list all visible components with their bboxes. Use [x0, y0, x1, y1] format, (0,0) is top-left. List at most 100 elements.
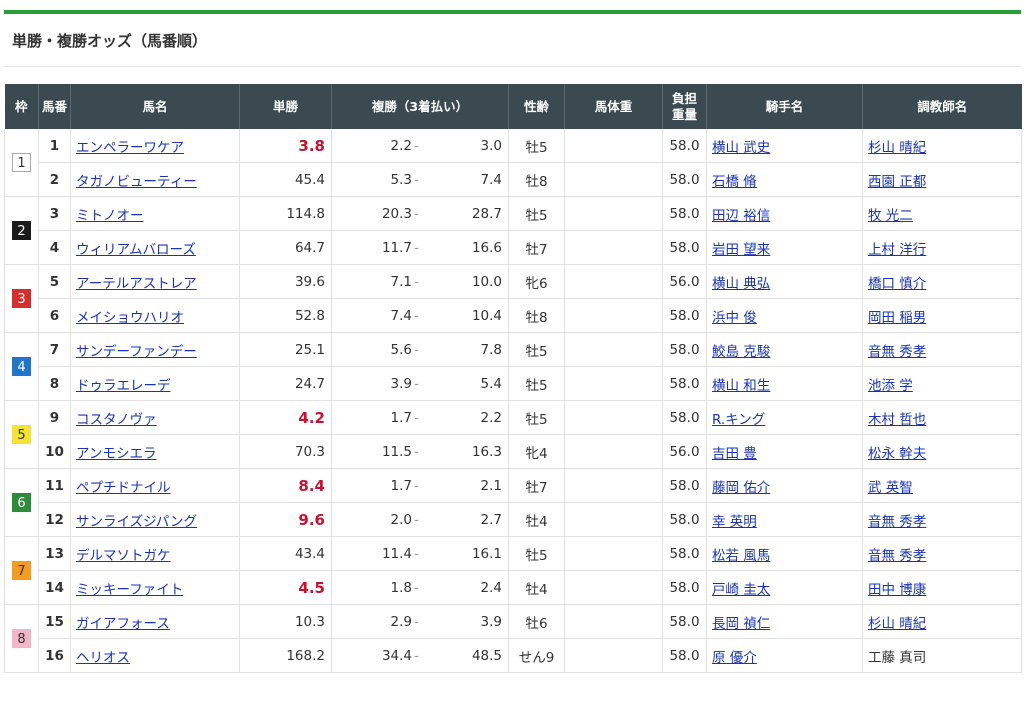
- jockey-cell: 原 優介: [706, 638, 863, 673]
- header-load-line2: 重量: [671, 106, 697, 122]
- trainer-link[interactable]: 田中 博康: [868, 582, 926, 598]
- jockey-link[interactable]: 横山 和生: [712, 378, 770, 394]
- jockey-link[interactable]: 横山 武史: [712, 140, 770, 156]
- place-odds-separator: -: [414, 307, 419, 324]
- horse-number: 14: [38, 570, 71, 605]
- place-odds-low: 2.2: [390, 137, 412, 154]
- place-odds-high: 5.4: [480, 375, 502, 392]
- horse-name-cell: ペプチドナイル: [70, 468, 240, 503]
- body-weight: [564, 468, 663, 503]
- horse-name-link[interactable]: ミッキーファイト: [76, 582, 183, 598]
- place-odds-separator: -: [414, 341, 419, 358]
- trainer-cell: 牧 光二: [862, 196, 1022, 231]
- jockey-link[interactable]: 幸 英明: [712, 514, 757, 530]
- place-odds-low: 11.4: [381, 545, 412, 562]
- place-odds-cell: 11.4- 16.1: [331, 536, 509, 571]
- horse-name-link[interactable]: ヘリオス: [76, 650, 130, 666]
- trainer-link[interactable]: 西園 正都: [868, 174, 926, 190]
- place-odds-high: 16.6: [471, 239, 502, 256]
- horse-name-cell: サンデーファンデー: [70, 332, 240, 367]
- bracket-badge: 4: [12, 357, 31, 376]
- body-weight: [564, 129, 663, 163]
- horse-name-link[interactable]: ガイアフォース: [76, 616, 170, 632]
- place-odds-separator: -: [414, 273, 419, 290]
- horse-name-link[interactable]: エンペラーワケア: [76, 140, 184, 156]
- trainer-link[interactable]: 木村 哲也: [868, 412, 926, 428]
- trainer-link[interactable]: 杉山 晴紀: [868, 140, 926, 156]
- horse-number: 10: [38, 434, 71, 469]
- place-odds-cell: 5.3- 7.4: [331, 162, 509, 197]
- horse-name-link[interactable]: デルマソトガケ: [76, 548, 171, 564]
- place-odds-high: 7.4: [480, 171, 502, 188]
- table-row: 2 3 ミトノオー 114.8 20.3- 28.7 牡5 58.0 田辺 裕信 牧 光二: [4, 196, 1022, 265]
- body-weight: [564, 434, 663, 469]
- horse-name-link[interactable]: メイショウハリオ: [76, 310, 184, 326]
- horse-name-link[interactable]: サンライズジパング: [76, 514, 197, 530]
- load-weight: 58.0: [662, 604, 707, 639]
- horse-name-link[interactable]: アンモシエラ: [76, 446, 156, 462]
- table-row: 16 ヘリオス 168.2 34.4- 48.5 せん9 58.0 原 優介 工藤 真司: [5, 638, 1022, 673]
- horse-name-link[interactable]: サンデーファンデー: [76, 344, 197, 360]
- trainer-link[interactable]: 松永 幹夫: [868, 446, 926, 462]
- jockey-link[interactable]: 石橋 脩: [712, 174, 757, 190]
- win-odds: 70.3: [239, 434, 332, 469]
- horse-name-link[interactable]: ミトノオー: [76, 208, 144, 224]
- load-weight: 58.0: [662, 502, 707, 537]
- place-odds-cell: 2.9- 3.9: [331, 604, 509, 639]
- trainer-link[interactable]: 音無 秀孝: [868, 344, 926, 360]
- body-weight: [564, 298, 663, 333]
- jockey-link[interactable]: 原 優介: [712, 650, 757, 666]
- horse-name-link[interactable]: ペプチドナイル: [76, 480, 171, 496]
- trainer-cell: 音無 秀孝: [862, 502, 1022, 537]
- body-weight: [564, 570, 663, 605]
- jockey-link[interactable]: 戸崎 圭太: [712, 582, 770, 598]
- jockey-cell: 浜中 俊: [706, 298, 863, 333]
- horse-name-cell: エンペラーワケア: [70, 129, 240, 163]
- jockey-link[interactable]: 長岡 禎仁: [712, 616, 770, 632]
- sex-age: 牡4: [508, 570, 565, 605]
- place-odds-low: 34.4: [381, 647, 412, 664]
- table-row: 6 11 ペプチドナイル 8.4 1.7- 2.1 牡7 58.0 藤岡 佑介 武 英智: [4, 468, 1022, 537]
- sex-age: 牡5: [508, 366, 565, 401]
- jockey-cell: 幸 英明: [706, 502, 863, 537]
- place-odds-separator: -: [414, 579, 419, 596]
- jockey-link[interactable]: 松若 風馬: [712, 548, 770, 564]
- body-weight: [564, 536, 663, 571]
- horse-name-link[interactable]: ウィリアムバローズ: [76, 242, 196, 258]
- header-umaban: 馬番: [38, 84, 71, 129]
- trainer-link[interactable]: 牧 光二: [868, 208, 913, 224]
- jockey-link[interactable]: 鮫島 克駿: [712, 344, 770, 360]
- trainer-link[interactable]: 武 英智: [868, 480, 913, 496]
- horse-name-link[interactable]: アーテルアストレア: [76, 276, 197, 292]
- place-odds-separator: -: [414, 409, 419, 426]
- trainer-link[interactable]: 音無 秀孝: [868, 548, 926, 564]
- table-row: 4 7 サンデーファンデー 25.1 5.6- 7.8 牡5 58.0 鮫島 克駿 音無 秀孝: [4, 332, 1022, 401]
- jockey-link[interactable]: 田辺 裕信: [712, 208, 770, 224]
- horse-name-link[interactable]: ドゥラエレーデ: [76, 378, 171, 394]
- jockey-link[interactable]: 浜中 俊: [712, 310, 757, 326]
- place-odds-separator: -: [414, 511, 419, 528]
- table-row: 1 1 エンペラーワケア 3.8 2.2- 3.0 牡5 58.0 横山 武史 杉山 晴紀: [4, 129, 1022, 197]
- bracket-cell: 2: [4, 196, 39, 265]
- jockey-link[interactable]: 藤岡 佑介: [712, 480, 770, 496]
- trainer-link[interactable]: 杉山 晴紀: [868, 616, 926, 632]
- trainer-link[interactable]: 上村 洋行: [868, 242, 926, 258]
- table-row: 10 アンモシエラ 70.3 11.5- 16.3 牝4 56.0 吉田 豊 松永 幹夫: [5, 434, 1022, 469]
- jockey-link[interactable]: 横山 典弘: [712, 276, 770, 292]
- jockey-link[interactable]: 岩田 望来: [712, 242, 770, 258]
- sex-age: せん9: [508, 638, 565, 673]
- trainer-link[interactable]: 音無 秀孝: [868, 514, 926, 530]
- jockey-cell: 藤岡 佑介: [706, 468, 863, 503]
- trainer-link[interactable]: 岡田 稲男: [868, 310, 926, 326]
- trainer-cell: 木村 哲也: [862, 400, 1022, 435]
- horse-name-link[interactable]: コスタノヴァ: [76, 412, 157, 428]
- trainer-link[interactable]: 池添 学: [868, 378, 913, 394]
- jockey-link[interactable]: R.キング: [712, 412, 765, 428]
- trainer-link[interactable]: 橋口 慎介: [868, 276, 926, 292]
- jockey-link[interactable]: 吉田 豊: [712, 446, 757, 462]
- horse-name-link[interactable]: タガノビューティー: [76, 174, 197, 190]
- odds-table: 枠 馬番 馬名 単勝 複勝（3着払い） 性齢 馬体重 負担 重量 騎手名 調教師名…: [4, 84, 1022, 673]
- load-weight: 58.0: [662, 129, 707, 163]
- header-body-weight: 馬体重: [564, 84, 663, 129]
- sex-age: 牡6: [508, 604, 565, 639]
